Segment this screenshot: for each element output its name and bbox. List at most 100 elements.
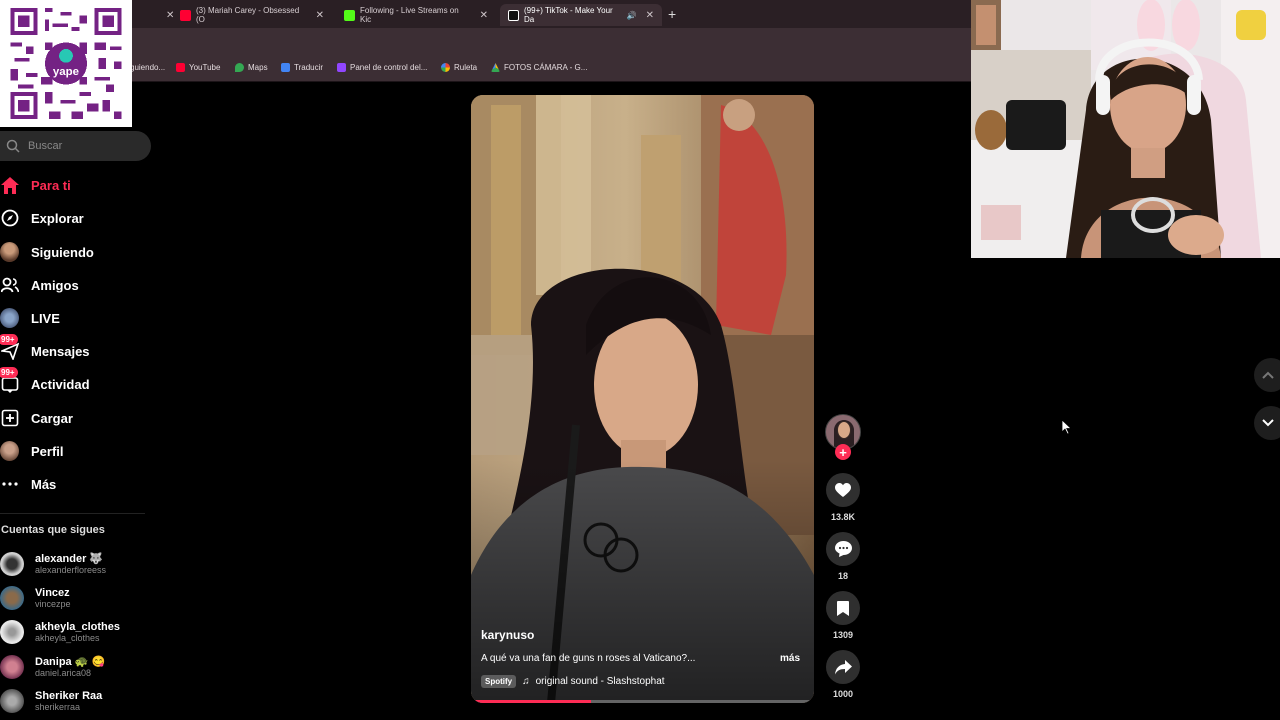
avatar (0, 655, 24, 679)
follow-creator-button[interactable]: + (835, 444, 851, 460)
avatar (0, 689, 24, 713)
sidebar-item-label: Perfil (31, 443, 64, 459)
tiktok-icon (508, 9, 519, 21)
video-caption: A qué va una fan de guns n roses al Vati… (481, 653, 696, 664)
next-video-button[interactable] (1254, 406, 1280, 440)
home-icon (0, 176, 19, 195)
like-action[interactable]: 13.8K (825, 473, 861, 522)
close-icon[interactable]: ✕ (316, 10, 324, 21)
chevron-down-icon (1262, 419, 1274, 427)
sidebar-item-siguiendo[interactable]: Siguiendo (0, 240, 94, 264)
twitch-icon (337, 63, 346, 72)
comment-icon (834, 541, 852, 557)
bookmark-youtube[interactable]: YouTube (176, 63, 220, 72)
sidebar-divider (0, 513, 145, 514)
following-account[interactable]: alexander 🐺 alexanderfloreess (0, 549, 106, 579)
youtube-icon (180, 9, 191, 21)
like-count: 13.8K (830, 512, 856, 522)
account-username: alexanderfloreess (35, 564, 107, 575)
bookmark-label: guiendo... (130, 63, 166, 72)
bookmark-maps[interactable]: Maps (235, 63, 268, 72)
sidebar-item-label: LIVE (31, 310, 60, 326)
account-name: alexander 🐺 (35, 552, 104, 565)
avatar (0, 586, 24, 610)
caption-more-button[interactable]: más (780, 653, 800, 664)
compass-icon (0, 209, 19, 228)
video-player[interactable]: karynuso A qué va una fan de guns n rose… (471, 95, 814, 703)
message-icon: 99+ (0, 333, 19, 361)
video-progress-bar[interactable] (471, 700, 814, 703)
avatar (0, 441, 19, 461)
browser-tab-tiktok[interactable]: (99+) TikTok - Make Your Da 🔊 ✕ (500, 4, 662, 26)
following-account[interactable]: akheyla_clothes akheyla_clothes (0, 617, 120, 647)
streamer-webcam (971, 0, 1280, 258)
bookmark-label: Panel de control del... (350, 63, 428, 72)
share-button[interactable] (826, 650, 860, 684)
drive-icon (491, 63, 500, 72)
qr-brand: yape (53, 66, 79, 78)
following-account[interactable]: Danipa 🐢 😋 daniel.arica08 (0, 652, 105, 682)
more-icon (0, 475, 19, 494)
account-username: sherikerraa (35, 701, 81, 712)
sidebar-item-para-ti[interactable]: Para ti (0, 173, 71, 197)
sidebar-item-mensajes[interactable]: 99+ Mensajes (0, 333, 90, 363)
bookmark-ruleta[interactable]: Ruleta (441, 63, 477, 72)
sidebar-item-amigos[interactable]: Amigos (0, 273, 79, 297)
search-input[interactable]: Buscar (0, 131, 151, 161)
sidebar-item-label: Amigos (31, 277, 79, 293)
comment-count: 18 (837, 571, 848, 581)
save-button[interactable] (826, 591, 860, 625)
message-count-badge: 99+ (0, 333, 18, 345)
save-action[interactable]: 1309 (825, 591, 861, 640)
youtube-icon (176, 63, 185, 72)
video-progress-fill (471, 700, 592, 703)
following-account[interactable]: Vincez vincezpe (0, 583, 71, 613)
inbox-icon: 99+ (0, 366, 19, 394)
bookmark-label: FOTOS CÁMARA - G... (504, 63, 588, 72)
new-tab-button[interactable]: + (668, 6, 676, 22)
map-pin-icon (235, 63, 244, 72)
bookmark-item[interactable]: guiendo... (130, 63, 165, 72)
sidebar-item-explorar[interactable]: Explorar (0, 206, 84, 230)
friends-icon (0, 276, 19, 295)
search-placeholder: Buscar (28, 140, 63, 152)
bookmark-twitch[interactable]: Panel de control del... (337, 63, 427, 72)
qr-code-icon: yape (10, 8, 122, 119)
activity-count-badge: 99+ (0, 366, 18, 378)
following-account[interactable]: Sheriker Raa sherikerraa (0, 686, 102, 716)
bookmark-translate[interactable]: Traducir (281, 63, 323, 72)
bookmark-label: Ruleta (454, 63, 478, 72)
mouse-cursor-icon (1062, 420, 1072, 435)
share-action[interactable]: 1000 (825, 650, 861, 699)
sidebar-item-perfil[interactable]: Perfil (0, 439, 64, 463)
yape-qr-code: yape (0, 0, 132, 127)
tab-title: Following - Live Streams on Kic (360, 6, 459, 24)
share-icon (834, 659, 852, 674)
account-username: vincezpe (35, 598, 71, 609)
previous-video-button[interactable] (1254, 358, 1280, 392)
comment-action[interactable]: 18 (825, 532, 861, 581)
sidebar-item-mas[interactable]: Más (0, 472, 56, 496)
sidebar-item-cargar[interactable]: Cargar (0, 406, 73, 430)
bookmark-photos[interactable]: FOTOS CÁMARA - G... (491, 63, 587, 72)
music-info[interactable]: Spotify ♫ original sound - Slashstophat (481, 675, 665, 688)
account-username: akheyla_clothes (35, 632, 100, 643)
spotify-badge[interactable]: Spotify (481, 675, 517, 688)
like-button[interactable] (826, 473, 860, 507)
save-count: 1309 (832, 630, 854, 640)
close-icon[interactable]: ✕ (480, 10, 488, 21)
speaker-icon[interactable]: 🔊 (627, 11, 637, 20)
close-icon[interactable]: ✕ (646, 10, 654, 21)
comment-button[interactable] (826, 532, 860, 566)
sidebar-item-actividad[interactable]: 99+ Actividad (0, 366, 90, 396)
browser-tab-youtube[interactable]: (3) Mariah Carey - Obsessed (O ✕ (172, 4, 332, 26)
video-author[interactable]: karynuso (481, 628, 534, 642)
bookmark-icon (837, 600, 849, 616)
browser-tab-kick[interactable]: Following - Live Streams on Kic ✕ (336, 4, 496, 26)
account-name: Vincez (35, 586, 70, 599)
sidebar-item-live[interactable]: LIVE (0, 306, 60, 330)
search-icon (6, 139, 20, 153)
sidebar-item-label: Para ti (31, 177, 71, 193)
music-title: original sound - Slashstophat (535, 676, 665, 687)
following-section-title: Cuentas que sigues (1, 524, 105, 536)
